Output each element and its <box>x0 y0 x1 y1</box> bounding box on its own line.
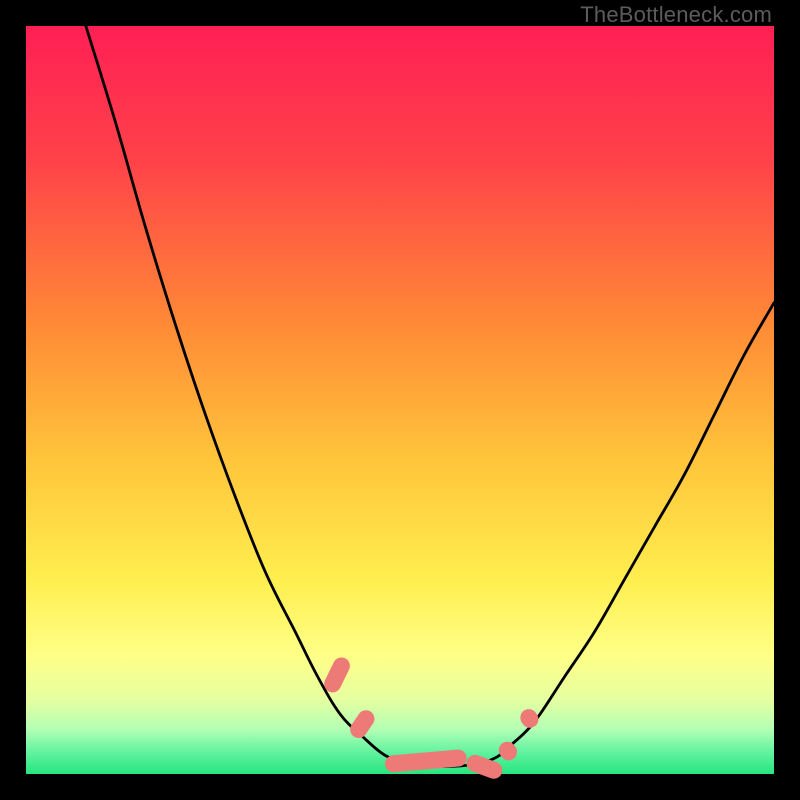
bump-marker <box>384 749 467 773</box>
bump-marker <box>517 706 542 732</box>
watermark-text: TheBottleneck.com <box>580 2 772 28</box>
bump-marker <box>321 654 353 695</box>
bump-marker <box>346 707 377 741</box>
plot-frame <box>26 26 774 774</box>
curve-highlight-bumps <box>26 26 774 774</box>
bump-marker <box>464 752 505 781</box>
bump-marker <box>496 738 522 764</box>
